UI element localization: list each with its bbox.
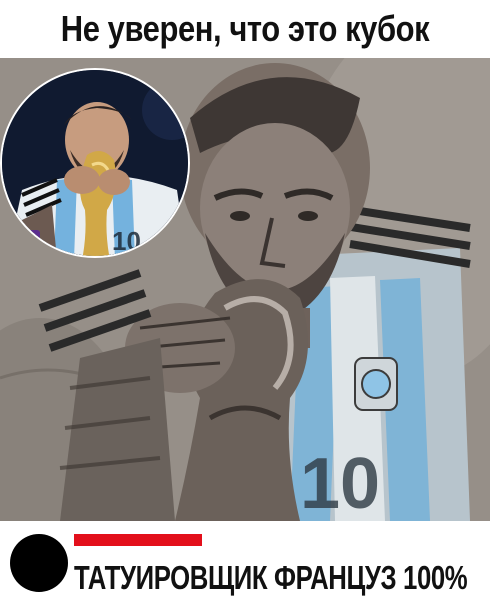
- black-dot: [10, 534, 68, 592]
- meme-footer: ТАТУИРОВЩИК ФРАНЦУЗ 100%: [0, 521, 490, 604]
- svg-text:10: 10: [112, 226, 141, 256]
- svg-text:10: 10: [300, 444, 380, 521]
- inset-photo-messi-kissing-trophy: 10: [0, 68, 190, 258]
- meme-top-caption: Не уверен, что это кубок: [60, 8, 430, 49]
- inset-illustration: 10: [2, 70, 188, 256]
- meme-bottom-caption: ТАТУИРОВЩИК ФРАНЦУЗ 100%: [74, 559, 468, 596]
- red-accent-bar: [74, 534, 202, 546]
